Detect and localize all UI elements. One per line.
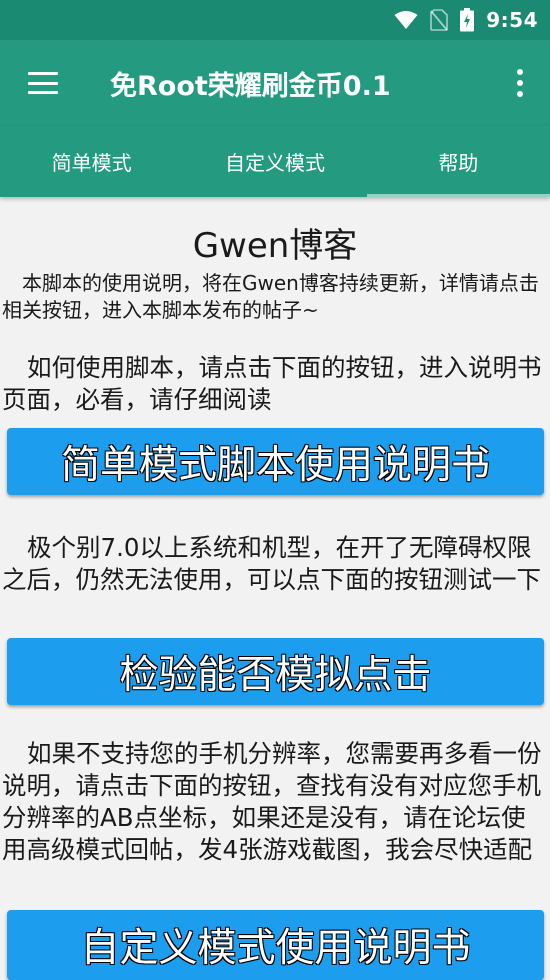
more-vert-icon[interactable] [490,40,550,126]
custom-mode-manual-button[interactable]: 自定义模式使用说明书 [7,910,544,980]
no-sim-icon [430,9,449,31]
tab-custom-mode[interactable]: 自定义模式 [183,126,366,197]
accessibility-note-text: 极个别7.0以上系统和机型，在开了无障碍权限之后，仍然无法使用，可以点下面的按钮… [2,533,541,594]
hamburger-menu-icon[interactable] [0,40,86,126]
tab-help[interactable]: 帮助 [366,126,550,197]
blog-title: Gwen博客 [192,226,358,266]
status-time: 9:54 [486,8,538,32]
tab-bar: 简单模式 自定义模式 帮助 [0,126,550,197]
tab-simple-mode[interactable]: 简单模式 [0,126,183,197]
resolution-note-text: 如果不支持您的手机分辨率，您需要再多看一份说明，请点击下面的按钮，查找有没有对应… [2,739,542,864]
app-title: 免Root荣耀刷金币0.1 [110,70,391,102]
app-bar: 免Root荣耀刷金币0.1 [0,40,550,126]
battery-charging-icon [460,8,475,32]
simple-mode-manual-button[interactable]: 简单模式脚本使用说明书 [7,428,544,495]
test-tap-simulation-button[interactable]: 检验能否模拟点击 [7,638,544,705]
intro-text: 本脚本的使用说明，将在Gwen博客持续更新，详情请点击相关按钮，进入本脚本发布的… [2,271,539,322]
manual-instructions-text: 如何使用脚本，请点击下面的按钮，进入说明书页面，必看，请仔细阅读 [2,353,542,414]
wifi-icon [394,10,418,30]
status-bar: 9:54 [0,0,550,40]
